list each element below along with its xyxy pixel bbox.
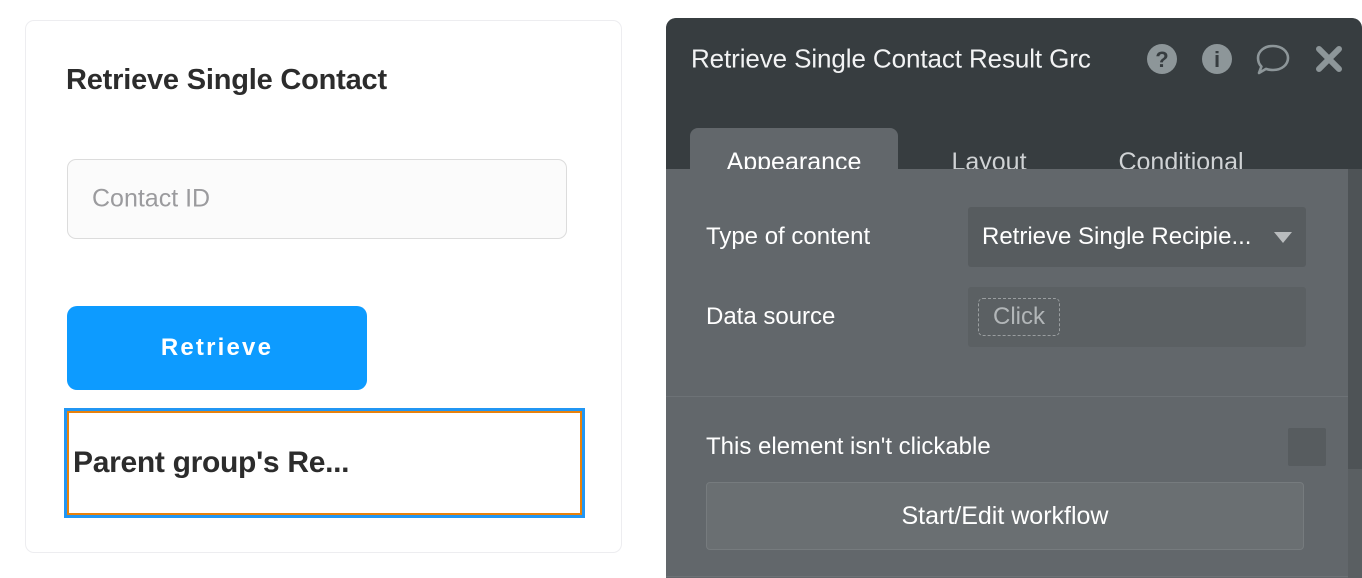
type-of-content-label: Type of content [706,223,871,250]
data-source-input[interactable]: Click [968,287,1306,347]
property-editor-panel: Retrieve Single Contact Result Grc ? i A… [666,18,1362,578]
chevron-down-icon [1274,231,1292,243]
close-icon[interactable] [1312,42,1346,76]
data-source-click-placeholder[interactable]: Click [978,298,1060,336]
parent-group-label: Parent group's Re... [73,446,350,479]
field-row-type-of-content: Type of content Retrieve Single Recipie.… [666,207,1362,267]
page-title: Retrieve Single Contact [66,64,387,96]
field-row-data-source: Data source Click [666,287,1362,347]
preview-card: Retrieve Single Contact Contact ID Retri… [25,20,622,553]
svg-text:?: ? [1155,47,1168,72]
contact-id-placeholder: Contact ID [92,184,211,213]
data-source-label: Data source [706,303,836,330]
section-divider-bottom [666,576,1362,577]
help-icon[interactable]: ? [1145,42,1179,76]
clickable-checkbox[interactable] [1288,428,1326,466]
parent-group-selection-box[interactable]: Parent group's Re... [64,408,585,518]
panel-body: Type of content Retrieve Single Recipie.… [666,169,1362,578]
retrieve-button[interactable]: Retrieve [67,306,367,390]
screen-root: Retrieve Single Contact Contact ID Retri… [0,0,1362,578]
contact-id-input[interactable]: Contact ID [67,159,567,239]
panel-scrollbar-thumb[interactable] [1348,169,1362,469]
panel-header-icons: ? i [1145,42,1346,76]
info-icon[interactable]: i [1200,42,1234,76]
section-divider [666,396,1362,397]
selection-inner-outline: Parent group's Re... [67,411,582,515]
clickable-label: This element isn't clickable [706,433,991,460]
panel-tabs: Appearance Layout Conditional [666,100,1362,197]
start-edit-workflow-button[interactable]: Start/Edit workflow [706,482,1304,550]
type-of-content-value: Retrieve Single Recipie... [982,223,1252,250]
clickable-setting-row: This element isn't clickable [666,424,1362,470]
panel-scrollbar[interactable] [1348,169,1362,578]
comment-icon[interactable] [1255,42,1291,76]
svg-text:i: i [1214,47,1220,72]
type-of-content-dropdown[interactable]: Retrieve Single Recipie... [968,207,1306,267]
panel-header: Retrieve Single Contact Result Grc ? i [666,18,1362,100]
panel-title: Retrieve Single Contact Result Grc [691,43,1091,74]
